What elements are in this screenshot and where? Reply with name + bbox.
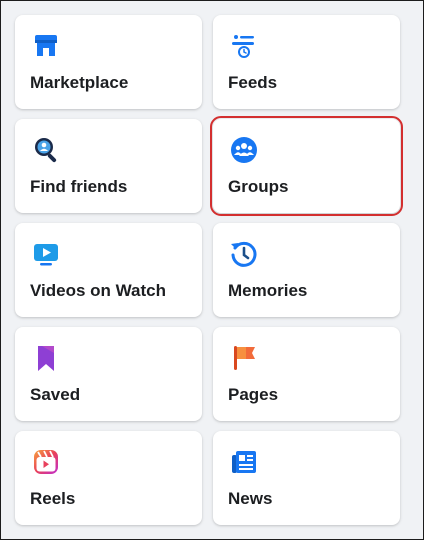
menu-item-memories[interactable]: Memories [213, 223, 400, 317]
menu-item-label: Saved [30, 385, 81, 404]
saved-icon [31, 343, 61, 373]
watch-icon [31, 239, 61, 269]
menu-item-label: Reels [30, 489, 76, 508]
menu-item-label: Find friends [30, 177, 128, 196]
find-friends-icon [31, 135, 61, 165]
menu-item-reels[interactable]: Reels [15, 431, 202, 525]
menu-item-videos-on-watch[interactable]: Videos on Watch [15, 223, 202, 317]
menu-item-groups[interactable]: Groups [210, 116, 403, 216]
menu-item-label: Pages [228, 385, 279, 404]
feeds-icon [229, 31, 259, 61]
menu-item-pages[interactable]: Pages [213, 327, 400, 421]
shortcuts-panel: Marketplace Feeds Find friends Groups Vi… [0, 0, 424, 540]
marketplace-icon [31, 31, 61, 61]
menu-item-label: News [228, 489, 273, 508]
reels-icon [31, 447, 61, 477]
memories-icon [229, 239, 259, 269]
menu-item-saved[interactable]: Saved [15, 327, 202, 421]
menu-item-label: Memories [228, 281, 308, 300]
groups-icon [229, 135, 259, 165]
menu-item-label: Marketplace [30, 73, 129, 92]
menu-item-feeds[interactable]: Feeds [213, 15, 400, 109]
menu-item-label: Groups [228, 177, 289, 196]
menu-item-marketplace[interactable]: Marketplace [15, 15, 202, 109]
shortcuts-grid: Marketplace Feeds Find friends Groups Vi… [15, 15, 403, 525]
menu-item-news[interactable]: News [213, 431, 400, 525]
menu-item-label: Feeds [228, 73, 278, 92]
menu-item-label: Videos on Watch [30, 281, 167, 300]
news-icon [229, 447, 259, 477]
menu-item-find-friends[interactable]: Find friends [15, 119, 202, 213]
pages-icon [229, 343, 259, 373]
